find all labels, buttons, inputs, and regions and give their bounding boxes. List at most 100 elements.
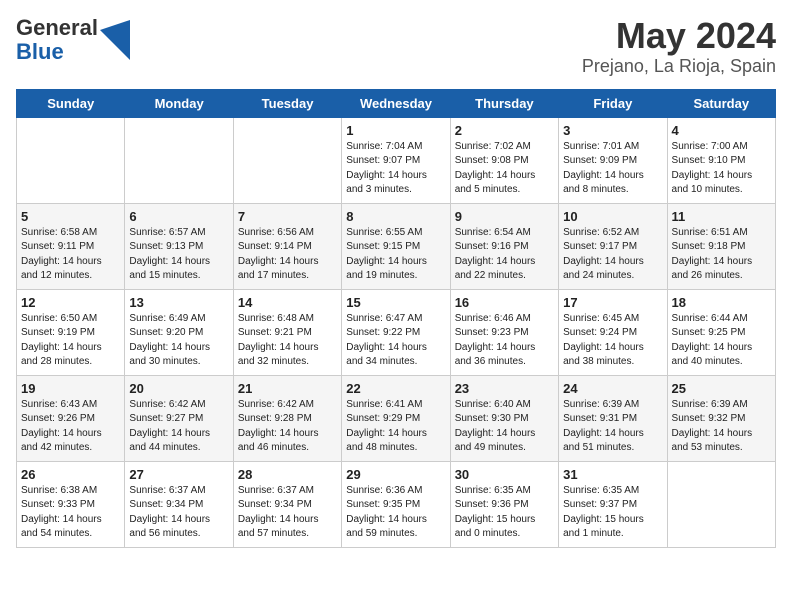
calendar-table: SundayMondayTuesdayWednesdayThursdayFrid… [16, 89, 776, 548]
calendar-cell: 4Sunrise: 7:00 AMSunset: 9:10 PMDaylight… [667, 117, 775, 203]
calendar-cell: 19 Sunrise: 6:43 AMSunset: 9:26 PMDayligh… [17, 375, 125, 461]
day-number: 18 [672, 295, 771, 310]
day-info: Sunrise: 6:45 AMSunset: 9:24 PMDaylight:… [563, 312, 662, 370]
day-number: 1 [346, 123, 445, 138]
day-info: Sunrise: 6:35 AMSunset: 9:36 PMDaylight:… [455, 484, 554, 542]
day-info: Sunrise: 6:40 AMSunset: 9:30 PMDaylight:… [455, 398, 554, 456]
calendar-cell: 27 Sunrise: 6:37 AMSunset: 9:34 PMDayligh… [125, 461, 233, 547]
day-number: 13 [129, 295, 228, 310]
day-info: Sunrise: 6:48 AMSunset: 9:21 PMDaylight:… [238, 312, 337, 370]
day-number: 30 [455, 467, 554, 482]
col-header-sunday: Sunday [17, 89, 125, 117]
day-info: Sunrise: 7:01 AMSunset: 9:09 PMDaylight:… [563, 140, 662, 198]
day-number: 9 [455, 209, 554, 224]
day-info: Sunrise: 6:39 AMSunset: 9:32 PMDaylight:… [672, 398, 771, 456]
week-row-4: 19 Sunrise: 6:43 AMSunset: 9:26 PMDayligh… [17, 375, 776, 461]
day-info: Sunrise: 6:41 AMSunset: 9:29 PMDaylight:… [346, 398, 445, 456]
day-info: Sunrise: 6:37 AMSunset: 9:34 PMDaylight:… [238, 484, 337, 542]
calendar-cell: 28Sunrise: 6:37 AMSunset: 9:34 PMDayligh… [233, 461, 341, 547]
day-info: Sunrise: 6:35 AMSunset: 9:37 PMDaylight:… [563, 484, 662, 542]
calendar-cell: 13 Sunrise: 6:49 AMSunset: 9:20 PMDayligh… [125, 289, 233, 375]
calendar-cell [125, 117, 233, 203]
logo-icon [100, 20, 130, 60]
calendar-cell: 21Sunrise: 6:42 AMSunset: 9:28 PMDayligh… [233, 375, 341, 461]
calendar-cell: 25 Sunrise: 6:39 AMSunset: 9:32 PMDayligh… [667, 375, 775, 461]
day-info: Sunrise: 7:02 AMSunset: 9:08 PMDaylight:… [455, 140, 554, 198]
day-info: Sunrise: 6:43 AMSunset: 9:26 PMDaylight:… [21, 398, 120, 456]
calendar-cell: 15Sunrise: 6:47 AMSunset: 9:22 PMDayligh… [342, 289, 450, 375]
day-number: 24 [563, 381, 662, 396]
day-info: Sunrise: 6:42 AMSunset: 9:27 PMDaylight:… [129, 398, 228, 456]
day-info: Sunrise: 6:37 AMSunset: 9:34 PMDaylight:… [129, 484, 228, 542]
day-info: Sunrise: 6:58 AMSunset: 9:11 PMDaylight:… [21, 226, 120, 284]
day-number: 22 [346, 381, 445, 396]
logo-blue: Blue [16, 39, 64, 64]
calendar-cell: 24Sunrise: 6:39 AMSunset: 9:31 PMDayligh… [559, 375, 667, 461]
day-info: Sunrise: 6:50 AMSunset: 9:19 PMDaylight:… [21, 312, 120, 370]
week-row-5: 26 Sunrise: 6:38 AMSunset: 9:33 PMDayligh… [17, 461, 776, 547]
calendar-cell: 2 Sunrise: 7:02 AMSunset: 9:08 PMDaylight… [450, 117, 558, 203]
day-number: 27 [129, 467, 228, 482]
day-number: 20 [129, 381, 228, 396]
day-number: 2 [455, 123, 554, 138]
calendar-cell: 30 Sunrise: 6:35 AMSunset: 9:36 PMDayligh… [450, 461, 558, 547]
calendar-cell: 9 Sunrise: 6:54 AMSunset: 9:16 PMDaylight… [450, 203, 558, 289]
day-info: Sunrise: 6:47 AMSunset: 9:22 PMDaylight:… [346, 312, 445, 370]
day-number: 19 [21, 381, 120, 396]
col-header-monday: Monday [125, 89, 233, 117]
day-number: 29 [346, 467, 445, 482]
calendar-cell: 6 Sunrise: 6:57 AMSunset: 9:13 PMDaylight… [125, 203, 233, 289]
col-header-thursday: Thursday [450, 89, 558, 117]
calendar-cell: 8Sunrise: 6:55 AMSunset: 9:15 PMDaylight… [342, 203, 450, 289]
calendar-cell: 3 Sunrise: 7:01 AMSunset: 9:09 PMDaylight… [559, 117, 667, 203]
day-number: 25 [672, 381, 771, 396]
calendar-cell: 1 Sunrise: 7:04 AMSunset: 9:07 PMDaylight… [342, 117, 450, 203]
day-info: Sunrise: 6:56 AMSunset: 9:14 PMDaylight:… [238, 226, 337, 284]
day-number: 21 [238, 381, 337, 396]
day-number: 31 [563, 467, 662, 482]
day-number: 10 [563, 209, 662, 224]
calendar-cell: 11Sunrise: 6:51 AMSunset: 9:18 PMDayligh… [667, 203, 775, 289]
day-info: Sunrise: 6:55 AMSunset: 9:15 PMDaylight:… [346, 226, 445, 284]
day-info: Sunrise: 7:04 AMSunset: 9:07 PMDaylight:… [346, 140, 445, 198]
calendar-cell: 22 Sunrise: 6:41 AMSunset: 9:29 PMDayligh… [342, 375, 450, 461]
calendar-cell: 20 Sunrise: 6:42 AMSunset: 9:27 PMDayligh… [125, 375, 233, 461]
week-row-2: 5 Sunrise: 6:58 AMSunset: 9:11 PMDaylight… [17, 203, 776, 289]
day-info: Sunrise: 6:38 AMSunset: 9:33 PMDaylight:… [21, 484, 120, 542]
day-info: Sunrise: 6:49 AMSunset: 9:20 PMDaylight:… [129, 312, 228, 370]
calendar-cell [233, 117, 341, 203]
calendar-cell: 10 Sunrise: 6:52 AMSunset: 9:17 PMDayligh… [559, 203, 667, 289]
day-info: Sunrise: 6:54 AMSunset: 9:16 PMDaylight:… [455, 226, 554, 284]
calendar-cell: 17Sunrise: 6:45 AMSunset: 9:24 PMDayligh… [559, 289, 667, 375]
day-info: Sunrise: 6:44 AMSunset: 9:25 PMDaylight:… [672, 312, 771, 370]
calendar-cell: 29 Sunrise: 6:36 AMSunset: 9:35 PMDayligh… [342, 461, 450, 547]
col-header-friday: Friday [559, 89, 667, 117]
calendar-cell: 12 Sunrise: 6:50 AMSunset: 9:19 PMDayligh… [17, 289, 125, 375]
day-info: Sunrise: 6:51 AMSunset: 9:18 PMDaylight:… [672, 226, 771, 284]
week-row-1: 1 Sunrise: 7:04 AMSunset: 9:07 PMDaylight… [17, 117, 776, 203]
col-header-tuesday: Tuesday [233, 89, 341, 117]
calendar-cell: 16Sunrise: 6:46 AMSunset: 9:23 PMDayligh… [450, 289, 558, 375]
day-number: 5 [21, 209, 120, 224]
page-header: General Blue May 2024 Prejano, La Rioja,… [16, 16, 776, 77]
calendar-cell: 14Sunrise: 6:48 AMSunset: 9:21 PMDayligh… [233, 289, 341, 375]
day-info: Sunrise: 6:36 AMSunset: 9:35 PMDaylight:… [346, 484, 445, 542]
day-info: Sunrise: 6:52 AMSunset: 9:17 PMDaylight:… [563, 226, 662, 284]
day-info: Sunrise: 6:57 AMSunset: 9:13 PMDaylight:… [129, 226, 228, 284]
title-block: May 2024 Prejano, La Rioja, Spain [582, 16, 776, 77]
day-number: 6 [129, 209, 228, 224]
day-number: 26 [21, 467, 120, 482]
calendar-cell: 18 Sunrise: 6:44 AMSunset: 9:25 PMDayligh… [667, 289, 775, 375]
day-info: Sunrise: 7:00 AMSunset: 9:10 PMDaylight:… [672, 140, 771, 198]
calendar-cell: 31 Sunrise: 6:35 AMSunset: 9:37 PMDayligh… [559, 461, 667, 547]
calendar-cell: 7Sunrise: 6:56 AMSunset: 9:14 PMDaylight… [233, 203, 341, 289]
logo-general: General [16, 15, 98, 40]
page-title: May 2024 [582, 16, 776, 56]
day-number: 3 [563, 123, 662, 138]
calendar-cell: 23 Sunrise: 6:40 AMSunset: 9:30 PMDayligh… [450, 375, 558, 461]
col-header-wednesday: Wednesday [342, 89, 450, 117]
day-number: 12 [21, 295, 120, 310]
logo: General Blue [16, 16, 130, 64]
day-number: 23 [455, 381, 554, 396]
week-row-3: 12 Sunrise: 6:50 AMSunset: 9:19 PMDayligh… [17, 289, 776, 375]
